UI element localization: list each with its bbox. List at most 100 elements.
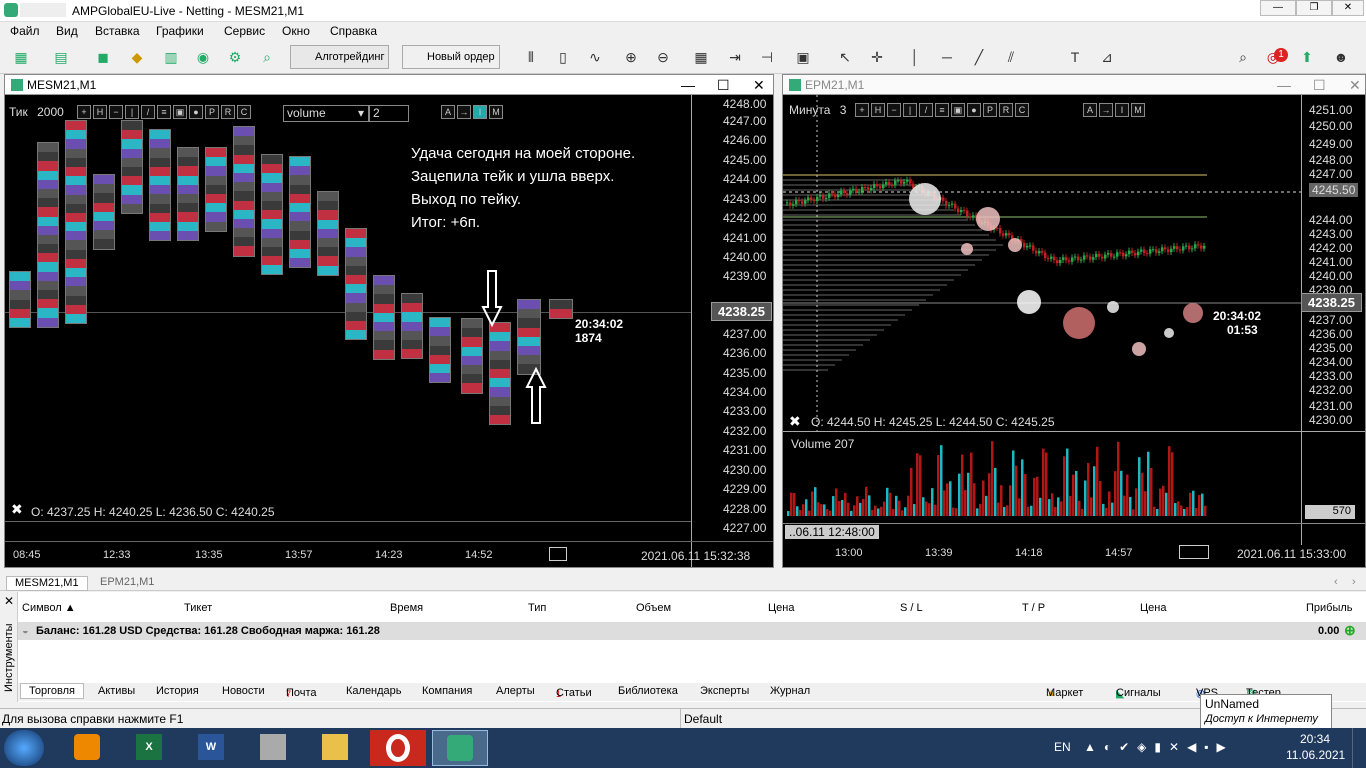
menu-window[interactable]: Окно bbox=[282, 24, 310, 38]
cluster-bar[interactable] bbox=[149, 129, 171, 242]
plus-icon[interactable]: + bbox=[77, 105, 91, 119]
slash-icon[interactable]: / bbox=[141, 105, 155, 119]
chart-maximize-button[interactable]: ☐ bbox=[717, 77, 730, 94]
new-order-button[interactable]: Новый ордер bbox=[402, 45, 500, 69]
account-icon[interactable]: ☻ bbox=[1330, 47, 1352, 67]
shapes-icon[interactable]: ⊿ bbox=[1096, 47, 1118, 67]
tab-articles[interactable]: Статьи 1 bbox=[556, 685, 592, 699]
tab-alerts[interactable]: Алерты bbox=[496, 685, 535, 697]
algotrading-button[interactable]: Алготрейдинг bbox=[290, 45, 390, 69]
autoscroll-icon[interactable]: ⇥ bbox=[724, 47, 746, 67]
language-indicator[interactable]: EN bbox=[1054, 740, 1071, 754]
r-icon[interactable]: R bbox=[221, 105, 235, 119]
candle-chart-area[interactable]: Минута 3 + H − | / ≡ ▣ ● P R C A → I M 4251.00 4250.00… bbox=[783, 95, 1365, 567]
balance-row[interactable]: ◒ Баланс: 161.28 USD Средства: 161.28 Св… bbox=[18, 622, 1366, 640]
col-type[interactable]: Тип bbox=[528, 602, 546, 614]
cluster-bar[interactable] bbox=[37, 142, 59, 328]
navigator-icon[interactable]: ▥ bbox=[160, 47, 182, 67]
cluster-bar[interactable] bbox=[9, 271, 31, 329]
chart-close-button[interactable]: ✕ bbox=[753, 77, 765, 94]
trendline-icon[interactable]: ╱ bbox=[968, 47, 990, 67]
tab-mail[interactable]: Почта 7 bbox=[286, 685, 317, 699]
tab-experts[interactable]: Эксперты bbox=[700, 685, 749, 697]
menu-tools[interactable]: Сервис bbox=[224, 24, 265, 38]
cluster-bar[interactable] bbox=[489, 322, 511, 426]
menu-help[interactable]: Справка bbox=[330, 24, 377, 38]
data-window-icon[interactable]: ◉ bbox=[192, 47, 214, 67]
cluster-bar[interactable] bbox=[317, 191, 339, 276]
a-icon[interactable]: A bbox=[441, 105, 455, 119]
cluster-bar[interactable] bbox=[289, 156, 311, 269]
tab-calendar[interactable]: Календарь bbox=[346, 685, 402, 697]
explorer-app[interactable] bbox=[308, 730, 364, 766]
toolbox-close-icon[interactable]: ✕ bbox=[4, 594, 14, 608]
c-icon[interactable]: C bbox=[237, 105, 251, 119]
col-profit[interactable]: Прибыль bbox=[1306, 602, 1353, 614]
scroll-box[interactable] bbox=[549, 547, 567, 561]
menu-charts[interactable]: Графики bbox=[156, 24, 204, 38]
bar-icon[interactable]: | bbox=[125, 105, 139, 119]
collapse-icon[interactable]: ◒ bbox=[22, 625, 29, 637]
channel-icon[interactable]: ⫽ bbox=[1000, 47, 1022, 67]
indicator-value-stepper[interactable]: 2 bbox=[369, 105, 409, 122]
text-icon[interactable]: T bbox=[1064, 47, 1086, 67]
market-watch-icon[interactable]: ◆ bbox=[126, 47, 148, 67]
calculator-app[interactable] bbox=[246, 730, 302, 766]
tab-assets[interactable]: Активы bbox=[98, 685, 135, 697]
cluster-bar[interactable] bbox=[65, 120, 87, 325]
arrow-right-icon[interactable]: → bbox=[457, 105, 471, 119]
tab-news[interactable]: Новости bbox=[222, 685, 265, 697]
chart-window-epm21[interactable]: EPM21,M1 — ☐ ✕ Минута 3 + H − | / ≡ ▣ ● P R C A → I M… bbox=[782, 74, 1366, 568]
strategy-tester-icon[interactable]: ⚙ bbox=[224, 47, 246, 67]
close-button[interactable]: ✕ bbox=[1332, 0, 1364, 16]
col-time[interactable]: Время bbox=[390, 602, 423, 614]
chart-minimize-button[interactable]: — bbox=[1277, 77, 1291, 93]
excel-app[interactable]: X bbox=[122, 730, 178, 766]
add-icon[interactable]: ⊕ bbox=[1344, 622, 1356, 639]
new-chart-icon[interactable]: ▦ bbox=[10, 47, 32, 67]
cluster-bar[interactable] bbox=[93, 174, 115, 250]
minus-icon[interactable]: − bbox=[109, 105, 123, 119]
tile-windows-icon[interactable]: ▦ bbox=[690, 47, 712, 67]
chart-shift-icon[interactable]: ⊣ bbox=[756, 47, 778, 67]
tab-journal[interactable]: Журнал bbox=[770, 685, 810, 697]
tools-icon[interactable]: ✖ bbox=[789, 413, 801, 430]
indicator-select[interactable]: volume ▾ bbox=[283, 105, 369, 122]
col-symbol[interactable]: Символ ▲ bbox=[22, 602, 76, 614]
bar-chart-icon[interactable]: ⫴ bbox=[520, 47, 542, 67]
fill-icon[interactable]: ▣ bbox=[173, 105, 187, 119]
col-price[interactable]: Цена bbox=[768, 602, 794, 614]
cluster-bar[interactable] bbox=[205, 147, 227, 232]
opera-app[interactable] bbox=[370, 730, 426, 766]
zoom-out-icon[interactable]: ⊖ bbox=[652, 47, 674, 67]
col-tp[interactable]: T / P bbox=[1022, 602, 1045, 614]
cursor-i-icon[interactable]: I bbox=[473, 105, 487, 119]
level-icon[interactable]: ⬆ bbox=[1296, 47, 1318, 67]
templates-icon[interactable]: ▣ bbox=[792, 47, 814, 67]
tab-trade[interactable]: Торговля bbox=[20, 683, 84, 699]
tab-scroll-right-icon[interactable]: › bbox=[1344, 576, 1364, 591]
tray-date[interactable]: 11.06.2021 bbox=[1286, 748, 1345, 762]
cluster-bar[interactable] bbox=[345, 228, 367, 341]
cluster-bar[interactable] bbox=[121, 120, 143, 214]
chart-tab-epm21[interactable]: EPM21,M1 bbox=[92, 576, 162, 591]
cluster-bar[interactable] bbox=[177, 147, 199, 241]
show-desktop-button[interactable] bbox=[1352, 728, 1366, 768]
cluster-bar[interactable] bbox=[373, 275, 395, 360]
menu-insert[interactable]: Вставка bbox=[95, 24, 140, 38]
media-player-app[interactable] bbox=[60, 730, 116, 766]
h-icon[interactable]: H bbox=[93, 105, 107, 119]
line-chart-icon[interactable]: ∿ bbox=[584, 47, 606, 67]
chart-maximize-button[interactable]: ☐ bbox=[1313, 77, 1326, 94]
tab-history[interactable]: История bbox=[156, 685, 199, 697]
word-app[interactable]: W bbox=[184, 730, 240, 766]
cluster-bar[interactable] bbox=[401, 293, 423, 360]
col-ticket[interactable]: Тикет bbox=[184, 602, 212, 614]
tray-time[interactable]: 20:34 bbox=[1300, 732, 1330, 746]
cluster-bar[interactable] bbox=[517, 299, 541, 375]
chart-close-button[interactable]: ✕ bbox=[1349, 77, 1361, 94]
search-chart-icon[interactable]: ⌕ bbox=[256, 47, 278, 67]
start-button[interactable] bbox=[4, 730, 44, 766]
cluster-bar[interactable] bbox=[261, 154, 283, 276]
maximize-button[interactable]: ❐ bbox=[1296, 0, 1332, 16]
